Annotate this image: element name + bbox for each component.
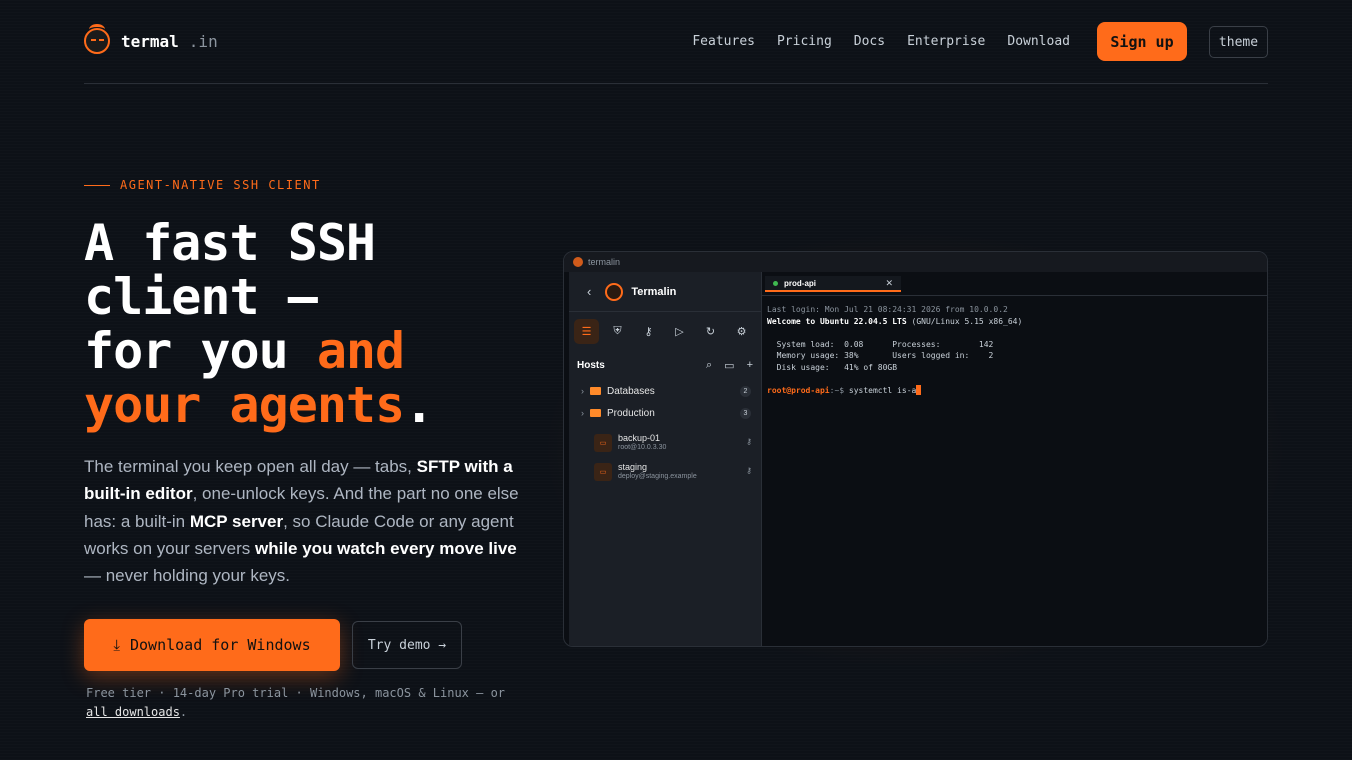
hosts-header: Hosts ⌕ ▭ + bbox=[569, 350, 761, 380]
theme-toggle-button[interactable]: theme bbox=[1209, 26, 1268, 58]
terminal-line: System load: 0.08 Processes: 142 bbox=[767, 339, 994, 349]
headline-accent-agents: your agents bbox=[84, 376, 405, 434]
nav-link-docs[interactable]: Docs bbox=[854, 34, 885, 49]
folder-icon bbox=[590, 387, 601, 395]
headline-line-1: A fast SSH bbox=[84, 214, 376, 272]
hero-headline: A fast SSH client — for you and your age… bbox=[84, 216, 554, 432]
key-icon[interactable]: ⚷ bbox=[636, 319, 661, 344]
nav-links: Features Pricing Docs Enterprise Downloa… bbox=[692, 34, 1070, 49]
servers-icon[interactable]: ☰ bbox=[574, 318, 599, 344]
prompt-path: :~$ bbox=[829, 386, 849, 396]
add-host-icon[interactable]: + bbox=[747, 359, 753, 371]
app-sidebar: ‹ Termalin ☰ ⛨ ⚷ ▷ ↻ ⚙ Hosts ⌕ ▭ + › Dat… bbox=[569, 272, 761, 646]
eyebrow-dash bbox=[84, 184, 110, 186]
terminal-cursor bbox=[916, 385, 922, 396]
host-address: deploy@staging.example bbox=[618, 472, 697, 480]
shield-icon[interactable]: ⛨ bbox=[605, 319, 630, 344]
prompt-user: root@prod-api bbox=[767, 386, 830, 396]
tab-label: prod-api bbox=[784, 278, 816, 288]
group-count-badge: 3 bbox=[740, 407, 751, 419]
lede-text-4: — never holding your keys. bbox=[84, 566, 290, 586]
headline-accent-and: and bbox=[316, 322, 405, 380]
sidebar-title: Termalin bbox=[631, 285, 677, 298]
sync-icon[interactable]: ↻ bbox=[698, 319, 723, 344]
terminal-line: Memory usage: 38% Users logged in: 2 bbox=[767, 351, 994, 361]
download-icon: ⤓ bbox=[113, 636, 120, 654]
terminal-icon: ▭ bbox=[594, 433, 612, 452]
app-preview-window: termalin ‹ Termalin ☰ ⛨ ⚷ ▷ ↻ ⚙ Hosts ⌕ … bbox=[563, 251, 1268, 647]
status-dot-icon bbox=[773, 280, 778, 286]
folder-icon bbox=[590, 409, 601, 417]
terminal-line: Last login: Mon Jul 21 08:24:31 2026 fro… bbox=[767, 305, 1008, 314]
terminal-pane[interactable]: prod-api ✕ Last login: Mon Jul 21 08:24:… bbox=[761, 272, 1267, 646]
terminal-line: (GNU/Linux 5.15 x86_64) bbox=[906, 316, 1023, 326]
download-button-label: Download for Windows bbox=[130, 636, 311, 654]
terminal-command: systemctl is-a bbox=[848, 386, 917, 396]
group-name: Databases bbox=[607, 385, 655, 397]
chevron-left-icon[interactable]: ‹ bbox=[587, 284, 591, 299]
hero-eyebrow: AGENT-NATIVE SSH CLIENT bbox=[84, 178, 321, 192]
signup-button[interactable]: Sign up bbox=[1097, 22, 1187, 61]
headline-line-3: for you bbox=[84, 322, 317, 380]
nav-link-pricing[interactable]: Pricing bbox=[777, 34, 832, 49]
terminal-tabbar: prod-api ✕ bbox=[762, 272, 1267, 296]
headline-period: . bbox=[404, 376, 434, 434]
hero-description: The terminal you keep open all day — tab… bbox=[84, 453, 524, 589]
eyebrow-text: AGENT-NATIVE SSH CLIENT bbox=[120, 178, 321, 192]
fine-print: Free tier · 14-day Pro trial · Windows, … bbox=[86, 684, 526, 722]
headline-line-2: client — bbox=[84, 268, 318, 326]
host-group-production[interactable]: › Production 3 bbox=[569, 402, 761, 424]
chevron-right-icon: › bbox=[581, 408, 584, 418]
sidebar-toolbar: ☰ ⛨ ⚷ ▷ ↻ ⚙ bbox=[569, 312, 761, 350]
host-name: staging bbox=[618, 461, 648, 472]
fine-print-text: Free tier · 14-day Pro trial · Windows, … bbox=[86, 686, 506, 700]
search-icon[interactable]: ⌕ bbox=[706, 359, 712, 372]
host-item-staging[interactable]: ▭ staging deploy@staging.example ⚷ bbox=[569, 457, 761, 486]
app-mini-logo-icon bbox=[573, 257, 583, 267]
terminal-line: Disk usage: 41% of 80GB bbox=[767, 362, 898, 372]
all-downloads-link[interactable]: all downloads bbox=[86, 705, 180, 719]
terminal-tab[interactable]: prod-api ✕ bbox=[765, 276, 901, 292]
terminal-icon: ▭ bbox=[594, 462, 612, 481]
new-folder-icon[interactable]: ▭ bbox=[724, 359, 734, 372]
download-windows-button[interactable]: ⤓ Download for Windows bbox=[84, 619, 340, 671]
lede-bold-watch: while you watch every move live bbox=[255, 538, 517, 558]
nav-link-enterprise[interactable]: Enterprise bbox=[907, 34, 985, 49]
host-group-databases[interactable]: › Databases 2 bbox=[569, 380, 761, 402]
terminal-line: Welcome to Ubuntu 22.04.5 LTS bbox=[767, 316, 907, 326]
lede-text-1: The terminal you keep open all day — tab… bbox=[84, 457, 417, 476]
app-titlebar: termalin bbox=[564, 252, 1267, 272]
key-icon: ⚷ bbox=[746, 466, 752, 475]
group-name: Production bbox=[607, 407, 655, 419]
app-window-title: termalin bbox=[588, 257, 621, 267]
nav-divider bbox=[84, 83, 1268, 84]
host-item-backup[interactable]: ▭ backup-01 root@10.0.3.30 ⚷ bbox=[569, 428, 761, 457]
host-name: backup-01 bbox=[618, 432, 661, 443]
brand-name: termal bbox=[121, 31, 179, 51]
key-icon: ⚷ bbox=[746, 437, 752, 446]
try-demo-button[interactable]: Try demo → bbox=[352, 621, 462, 669]
nav-link-download[interactable]: Download bbox=[1007, 34, 1070, 49]
brand-tld: .in bbox=[188, 31, 218, 51]
brand-link[interactable]: termal .in bbox=[84, 24, 218, 54]
host-address: root@10.0.3.30 bbox=[618, 443, 667, 451]
gear-icon[interactable]: ⚙ bbox=[729, 319, 754, 344]
fine-print-end: . bbox=[179, 705, 188, 719]
top-nav: termal .in Features Pricing Docs Enterpr… bbox=[84, 20, 1268, 64]
chevron-right-icon: › bbox=[581, 386, 584, 396]
brand-logo-icon bbox=[84, 24, 110, 54]
nav-link-features[interactable]: Features bbox=[692, 34, 755, 49]
play-icon[interactable]: ▷ bbox=[667, 319, 692, 344]
close-icon[interactable]: ✕ bbox=[885, 278, 893, 289]
sidebar-header: ‹ Termalin bbox=[569, 272, 761, 312]
app-logo-icon bbox=[605, 282, 624, 301]
terminal-output: Last login: Mon Jul 21 08:24:31 2026 fro… bbox=[762, 296, 1267, 397]
lede-bold-mcp: MCP server bbox=[189, 511, 284, 531]
group-count-badge: 2 bbox=[740, 385, 751, 397]
hosts-label: Hosts bbox=[577, 359, 605, 371]
